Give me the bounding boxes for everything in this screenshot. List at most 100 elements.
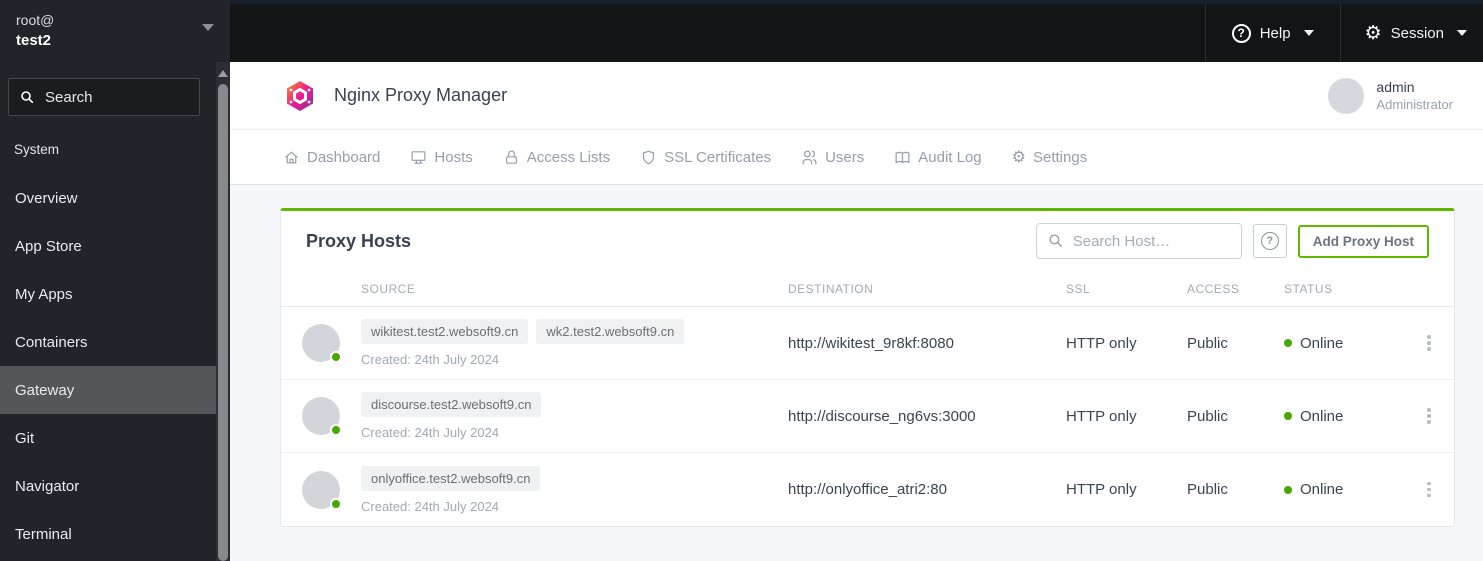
tab-label: Audit Log <box>918 148 982 166</box>
sidebar-item-containers[interactable]: Containers <box>0 318 216 366</box>
sidebar-item-overview[interactable]: Overview <box>0 174 216 222</box>
table-header-row: SOURCE DESTINATION SSL ACCESS STATUS <box>281 271 1454 307</box>
col-header-destination: DESTINATION <box>788 281 874 296</box>
lock-icon <box>505 150 517 164</box>
col-header-access: ACCESS <box>1187 281 1240 296</box>
sidebar-item-my-apps[interactable]: My Apps <box>0 270 216 318</box>
help-button[interactable]: ? <box>1252 224 1287 258</box>
host-avatar <box>302 397 342 436</box>
table-row: discourse.test2.websoft9.cn Created: 24t… <box>281 380 1454 453</box>
col-header-source: SOURCE <box>361 281 416 296</box>
chevron-down-icon <box>1457 30 1467 36</box>
created-date: Created: 24th July 2024 <box>361 352 500 367</box>
domain-chip: wikitest.test2.websoft9.cn <box>361 319 529 344</box>
ssl-value: HTTP only <box>1066 334 1137 352</box>
shield-icon <box>643 150 655 164</box>
table-row: wikitest.test2.websoft9.cn wk2.test2.web… <box>281 307 1454 380</box>
user-menu[interactable]: admin Administrator <box>1328 77 1453 114</box>
host-search-box[interactable] <box>1035 223 1242 259</box>
search-icon <box>21 91 34 104</box>
destination-url: http://discourse_ng6vs:3000 <box>788 407 976 425</box>
tab-label: Hosts <box>434 148 473 166</box>
status-dot-icon <box>1284 339 1292 347</box>
sidebar-item-terminal[interactable]: Terminal <box>0 510 216 558</box>
help-menu[interactable]: ? Help <box>1204 4 1340 62</box>
tab-settings[interactable]: ⚙ Settings <box>1012 149 1088 166</box>
sidebar-item-app-store[interactable]: App Store <box>0 222 216 270</box>
user-host-prefix: root@ <box>16 12 55 28</box>
session-menu[interactable]: ⚙ Session <box>1339 4 1483 62</box>
scroll-up-arrow-icon[interactable] <box>218 70 228 77</box>
sidebar-item-navigator[interactable]: Navigator <box>0 462 216 510</box>
session-label: Session <box>1390 24 1444 42</box>
user-role: Administrator <box>1376 97 1453 112</box>
avatar <box>1328 77 1365 114</box>
sidebar-scrollbar[interactable] <box>216 62 230 561</box>
sidebar-search-box[interactable] <box>8 78 200 116</box>
ssl-value: HTTP only <box>1066 407 1137 425</box>
table-row: onlyoffice.test2.websoft9.cn Created: 24… <box>281 453 1454 526</box>
col-header-status: STATUS <box>1284 281 1333 296</box>
chevron-down-icon <box>202 24 214 31</box>
status-label: Online <box>1300 481 1344 498</box>
search-input[interactable] <box>45 88 175 106</box>
sidebar-user-menu[interactable]: root@ test2 <box>0 0 230 62</box>
main-tabs: Dashboard Hosts Access Lists SSL Certifi… <box>230 130 1483 185</box>
tab-label: Users <box>825 148 865 166</box>
topbar: ? Help ⚙ Session <box>230 0 1483 62</box>
add-proxy-host-button[interactable]: Add Proxy Host <box>1297 224 1429 258</box>
gear-icon: ⚙ <box>1364 21 1382 44</box>
tab-hosts[interactable]: Hosts <box>410 148 473 166</box>
access-value: Public <box>1187 334 1228 352</box>
home-icon <box>285 151 298 163</box>
proxy-hosts-table: SOURCE DESTINATION SSL ACCESS STATUS wik… <box>281 271 1454 526</box>
row-menu-kebab-icon[interactable] <box>1423 404 1435 428</box>
tab-access-lists[interactable]: Access Lists <box>503 149 610 166</box>
status-dot-icon <box>1284 485 1292 494</box>
monitor-icon <box>411 150 426 164</box>
destination-url: http://wikitest_9r8kf:8080 <box>788 334 954 352</box>
chevron-down-icon <box>1303 30 1314 36</box>
domain-chip: discourse.test2.websoft9.cn <box>361 392 542 417</box>
access-value: Public <box>1187 407 1228 425</box>
access-value: Public <box>1187 481 1228 498</box>
sidebar-item-git[interactable]: Git <box>0 414 216 462</box>
search-host-input[interactable] <box>1035 223 1242 259</box>
tab-users[interactable]: Users <box>801 149 864 166</box>
sidebar: root@ test2 System Overview App Store My… <box>0 0 230 561</box>
book-icon <box>895 151 910 163</box>
main-content: Proxy Hosts ? Add Proxy Host SOURCE DEST… <box>230 185 1483 561</box>
tab-label: Settings <box>1033 148 1088 166</box>
status-label: Online <box>1300 407 1344 425</box>
user-host-name: test2 <box>16 32 52 49</box>
online-dot-icon <box>330 497 342 510</box>
sidebar-nav: Overview App Store My Apps Containers Ga… <box>0 174 216 558</box>
row-menu-kebab-icon[interactable] <box>1423 331 1435 355</box>
status-label: Online <box>1300 334 1344 352</box>
row-menu-kebab-icon[interactable] <box>1423 478 1435 502</box>
created-date: Created: 24th July 2024 <box>361 498 500 514</box>
tab-label: SSL Certificates <box>664 148 772 166</box>
col-header-ssl: SSL <box>1066 281 1091 296</box>
destination-url: http://onlyoffice_atri2:80 <box>788 481 947 498</box>
search-icon <box>1049 234 1062 247</box>
users-icon <box>802 150 817 164</box>
domain-chip: onlyoffice.test2.websoft9.cn <box>361 465 541 491</box>
sidebar-item-gateway[interactable]: Gateway <box>0 366 216 414</box>
tab-label: Dashboard <box>307 148 381 166</box>
scrollbar-thumb[interactable] <box>218 84 228 561</box>
tab-label: Access Lists <box>526 148 611 166</box>
help-circle-icon: ? <box>1260 232 1279 250</box>
ssl-value: HTTP only <box>1066 481 1137 498</box>
tab-ssl-certificates[interactable]: SSL Certificates <box>640 149 771 166</box>
tab-audit-log[interactable]: Audit Log <box>894 148 982 166</box>
tab-dashboard[interactable]: Dashboard <box>283 149 380 166</box>
sidebar-section-system: System <box>14 142 60 157</box>
nginx-proxy-manager-logo <box>287 80 313 111</box>
host-avatar <box>302 324 342 363</box>
help-circle-icon: ? <box>1231 23 1251 43</box>
created-date: Created: 24th July 2024 <box>361 425 500 440</box>
sidebar-user-label: root@ test2 <box>16 10 54 52</box>
card-header: Proxy Hosts ? Add Proxy Host <box>281 211 1454 271</box>
card-title: Proxy Hosts <box>306 230 412 251</box>
